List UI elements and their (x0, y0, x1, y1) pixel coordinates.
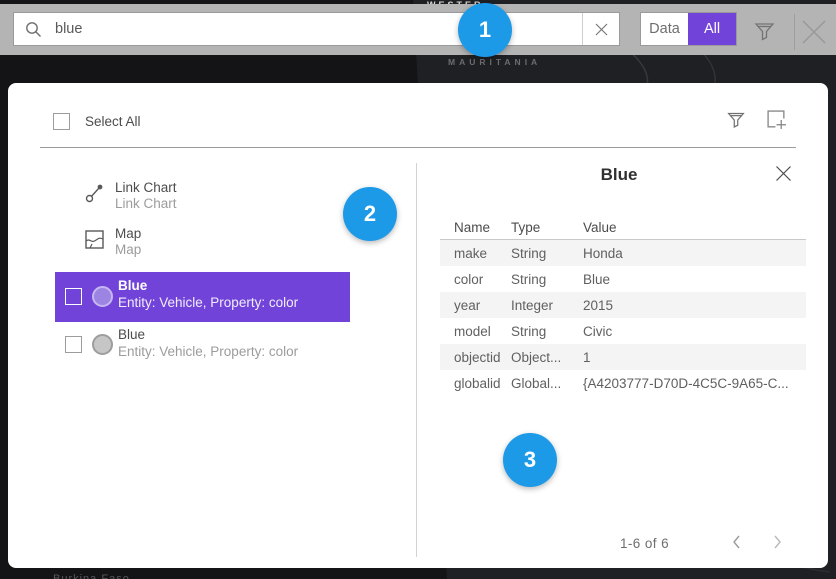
attribute-table: Name Type Value make String Honda color … (440, 215, 806, 396)
pagination-range: 1-6 of 6 (620, 536, 669, 551)
map-label-mauritania: MAURITANIA (448, 57, 541, 67)
search-icon (25, 21, 42, 38)
search-results-panel: Select All (8, 83, 828, 568)
result-item-blue-selected[interactable]: Blue Entity: Vehicle, Property: color (55, 272, 350, 322)
app-window: WESTERN SAHARA MAURITANIA Burkina Faso b… (0, 0, 836, 579)
table-row: globalid Global... {A4203777-D70D-4C5C-9… (440, 370, 806, 396)
cell-value: Civic (583, 324, 806, 339)
cell-value: 2015 (583, 298, 806, 313)
cell-type: Integer (511, 298, 583, 313)
column-header-name: Name (440, 220, 511, 235)
cell-name: color (440, 272, 511, 287)
cell-value: Blue (583, 272, 806, 287)
link-chart-icon (85, 183, 105, 203)
map-icon (85, 230, 104, 249)
toolbar-divider (794, 14, 795, 50)
results-filter-icon[interactable] (726, 109, 746, 131)
cell-name: year (440, 298, 511, 313)
callout-badge-1: 1 (458, 3, 512, 57)
result-checkbox[interactable] (65, 336, 82, 353)
cell-type: String (511, 246, 583, 261)
list-detail-divider (416, 163, 417, 557)
cell-value: 1 (583, 350, 806, 365)
entity-dot-icon (92, 286, 113, 307)
table-header-row: Name Type Value (440, 215, 806, 240)
callout-badge-3: 3 (503, 433, 557, 487)
result-title: Map (115, 226, 141, 242)
result-subtitle: Link Chart (115, 196, 177, 212)
scope-option-data[interactable]: Data (641, 13, 688, 45)
page-next-icon[interactable] (769, 534, 785, 550)
result-subtitle: Entity: Vehicle, Property: color (118, 344, 298, 360)
cell-value: Honda (583, 246, 806, 261)
result-title: Link Chart (115, 180, 177, 196)
cell-type: Object... (511, 350, 583, 365)
result-title: Blue (118, 278, 147, 294)
column-header-value: Value (583, 220, 806, 235)
detail-close-icon[interactable] (775, 165, 792, 182)
column-header-type: Type (511, 220, 583, 235)
page-previous-icon[interactable] (729, 534, 745, 550)
detail-title: Blue (440, 165, 798, 185)
table-row: model String Civic (440, 318, 806, 344)
map-label-clipped: Burkina Faso (53, 573, 173, 579)
result-subtitle: Map (115, 242, 141, 258)
scope-option-all[interactable]: All (688, 13, 736, 45)
cell-name: make (440, 246, 511, 261)
table-row: objectid Object... 1 (440, 344, 806, 370)
cell-type: Global... (511, 376, 583, 391)
result-item-blue[interactable]: Blue Entity: Vehicle, Property: color (55, 320, 350, 370)
select-all-label: Select All (85, 114, 141, 129)
scope-toggle: Data All (640, 12, 737, 46)
result-checkbox[interactable] (65, 288, 82, 305)
filter-icon[interactable] (753, 20, 776, 43)
table-row: year Integer 2015 (440, 292, 806, 318)
select-all-checkbox[interactable] (53, 113, 70, 130)
callout-badge-2: 2 (343, 187, 397, 241)
result-subtitle: Entity: Vehicle, Property: color (118, 295, 298, 311)
cell-value: {A4203777-D70D-4C5C-9A65-C... (583, 376, 806, 391)
close-search-icon[interactable] (799, 17, 829, 47)
cell-name: objectid (440, 350, 511, 365)
search-input[interactable]: blue (13, 12, 620, 46)
search-toolbar: blue Data All (0, 4, 836, 55)
entity-dot-icon (92, 334, 113, 355)
add-to-selection-icon[interactable] (766, 109, 787, 130)
cell-name: globalid (440, 376, 511, 391)
panel-header-divider (40, 147, 796, 148)
result-title: Blue (118, 327, 145, 343)
table-row: color String Blue (440, 266, 806, 292)
cell-type: String (511, 272, 583, 287)
clear-search-button[interactable] (582, 13, 619, 45)
cell-type: String (511, 324, 583, 339)
result-item-link-chart[interactable]: Link Chart Link Chart (83, 180, 343, 216)
table-row: make String Honda (440, 240, 806, 266)
cell-name: model (440, 324, 511, 339)
result-item-map[interactable]: Map Map (83, 226, 343, 262)
